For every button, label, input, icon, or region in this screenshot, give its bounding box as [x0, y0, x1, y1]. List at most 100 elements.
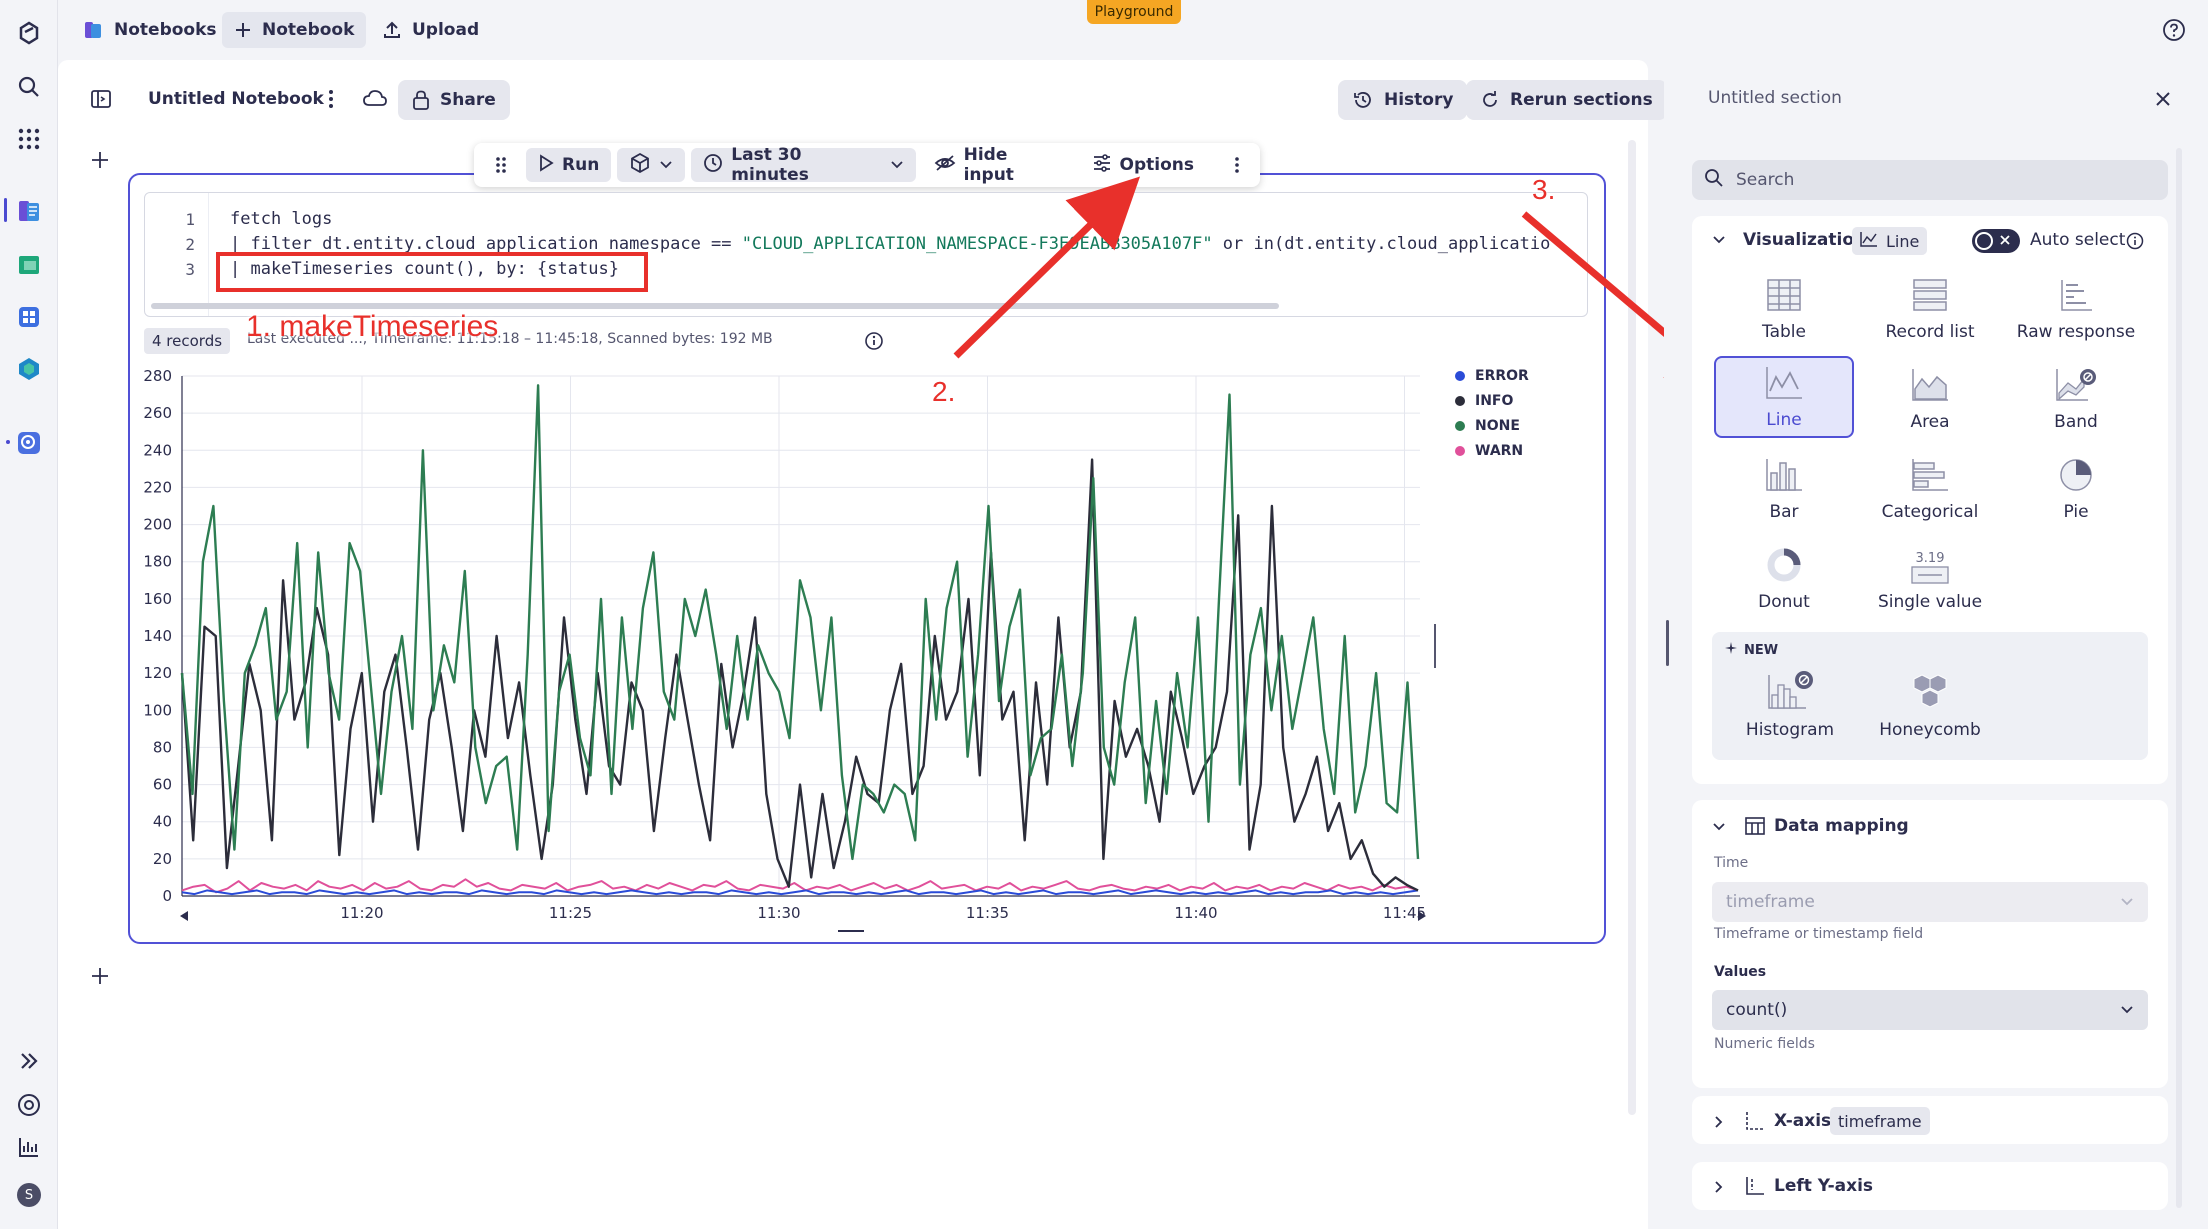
- line-chart[interactable]: 0 20 40 60 80 100 120 140 160 180 200 220 240 260 280 1…: [140, 364, 1440, 924]
- auto-select-toggle[interactable]: [1972, 229, 2020, 253]
- expand-rail-icon[interactable]: [14, 1046, 44, 1076]
- data-source-dropdown[interactable]: [617, 148, 686, 182]
- chevron-down-icon[interactable]: [1712, 819, 1726, 839]
- legend-item-error[interactable]: ERROR: [1455, 368, 1529, 384]
- search-icon[interactable]: [14, 72, 44, 102]
- legend-label: NONE: [1475, 418, 1520, 434]
- add-section-top-icon[interactable]: [90, 150, 110, 175]
- dashboards-app-icon[interactable]: [14, 302, 44, 332]
- values-label: Values: [1714, 964, 1767, 980]
- chevron-down-icon: [659, 155, 673, 175]
- analytics-icon[interactable]: [14, 1132, 44, 1162]
- viz-option-record-list[interactable]: Record list: [1860, 266, 2000, 348]
- section-more-icon[interactable]: [1222, 148, 1252, 182]
- annotation-3: 3.: [1532, 174, 1556, 205]
- notebook-title[interactable]: Untitled Notebook: [148, 89, 324, 109]
- viz-option-donut[interactable]: Donut: [1714, 536, 1854, 618]
- notebook-scrollbar[interactable]: [1628, 140, 1636, 1115]
- cube-icon: [629, 152, 651, 179]
- share-button[interactable]: Share: [398, 80, 510, 120]
- line-number: 1: [185, 210, 195, 229]
- notebooks-app-icon[interactable]: [14, 196, 44, 226]
- run-button[interactable]: Run: [526, 148, 612, 182]
- time-select[interactable]: timeframe: [1712, 882, 2148, 922]
- chevron-right-icon[interactable]: [1712, 1179, 1726, 1199]
- viz-option-categorical[interactable]: Categorical: [1860, 446, 2000, 528]
- viz-option-line[interactable]: Line: [1714, 356, 1854, 438]
- legend-item-none[interactable]: NONE: [1455, 418, 1520, 434]
- viz-option-raw-response[interactable]: Raw response: [2006, 266, 2146, 348]
- panel-scrollbar[interactable]: [2176, 148, 2182, 1208]
- help-center-icon[interactable]: [14, 1090, 44, 1120]
- spreadsheet-app-icon[interactable]: [14, 250, 44, 280]
- chevron-down-icon[interactable]: [1712, 232, 1726, 252]
- panel-resize-handle[interactable]: [1666, 620, 1669, 666]
- help-icon[interactable]: [2162, 18, 2186, 47]
- upload-button[interactable]: Upload: [370, 12, 491, 48]
- viz-option-bar[interactable]: Bar: [1714, 446, 1854, 528]
- categorical-chart-icon: [1910, 457, 1950, 498]
- rerun-sections-button[interactable]: Rerun sections: [1466, 80, 1667, 120]
- viz-option-honeycomb[interactable]: Honeycomb: [1860, 664, 2000, 746]
- panel-search-input[interactable]: Search: [1692, 160, 2168, 200]
- chevron-right-icon[interactable]: [1712, 1114, 1726, 1134]
- viz-option-label: Donut: [1758, 592, 1810, 612]
- legend-dot: [1455, 446, 1465, 456]
- legend-dot: [1455, 421, 1465, 431]
- drag-handle[interactable]: [482, 148, 520, 182]
- records-badge: 4 records: [144, 328, 231, 354]
- x-axis-icon: [1744, 1110, 1766, 1137]
- viz-option-table[interactable]: Table: [1714, 266, 1854, 348]
- timeframe-selector[interactable]: Last 30 minutes: [691, 145, 916, 185]
- y-tick-label: 140: [143, 627, 172, 645]
- upload-label: Upload: [412, 20, 480, 40]
- viz-option-band[interactable]: Band: [2006, 356, 2146, 438]
- rerun-label: Rerun sections: [1510, 90, 1653, 110]
- chart-resize-handle[interactable]: [1434, 624, 1436, 668]
- line-number: 3: [185, 260, 195, 279]
- auto-select-label: Auto select: [2030, 230, 2126, 250]
- legend-item-warn[interactable]: WARN: [1455, 443, 1523, 459]
- sliders-icon: [1092, 153, 1112, 177]
- line-number: 2: [185, 235, 195, 254]
- new-notebook-button[interactable]: Notebook: [222, 12, 367, 48]
- hide-input-button[interactable]: Hide input: [922, 145, 1074, 185]
- upload-icon: [382, 20, 402, 40]
- kubernetes-app-icon[interactable]: [14, 354, 44, 384]
- viz-option-area[interactable]: Area: [1860, 356, 2000, 438]
- viz-option-pie[interactable]: Pie: [2006, 446, 2146, 528]
- notebooks-icon: [82, 19, 104, 41]
- close-icon[interactable]: [2154, 90, 2172, 113]
- history-button[interactable]: History: [1338, 80, 1468, 120]
- options-button[interactable]: Options: [1080, 148, 1206, 182]
- dot-indicator: [6, 440, 10, 444]
- viz-option-histogram[interactable]: Histogram: [1720, 664, 1860, 746]
- y-tick-label: 80: [153, 738, 172, 756]
- viz-option-label: Pie: [2063, 502, 2089, 522]
- honeycomb-icon: [1910, 673, 1950, 716]
- viz-option-label: Histogram: [1745, 720, 1835, 740]
- info-icon[interactable]: [864, 331, 884, 356]
- time-label: Time: [1714, 855, 1749, 871]
- section-resize-handle[interactable]: [838, 930, 864, 932]
- donut-chart-icon: [1766, 547, 1802, 588]
- active-indicator: [4, 198, 7, 222]
- apps-grid-icon[interactable]: [14, 124, 44, 154]
- new-label: NEW: [1724, 641, 1778, 659]
- add-section-bottom-icon[interactable]: [90, 966, 110, 991]
- user-avatar[interactable]: S: [14, 1180, 44, 1210]
- editor-horizontal-scrollbar[interactable]: [151, 303, 1279, 309]
- viz-option-single-value[interactable]: 3.19 Single value: [1860, 536, 2000, 618]
- notebooks-nav-button[interactable]: Notebooks: [70, 12, 229, 48]
- legend-item-info[interactable]: INFO: [1455, 393, 1513, 409]
- more-options-icon[interactable]: [320, 88, 342, 115]
- time-value: timeframe: [1726, 892, 1815, 912]
- code-line-2: | filter dt.entity.cloud_application_nam…: [230, 234, 1550, 254]
- raw-response-icon: [2058, 277, 2094, 318]
- y-tick-label: 280: [143, 367, 172, 385]
- settings-app-icon[interactable]: [14, 428, 44, 458]
- info-icon[interactable]: [2126, 232, 2144, 255]
- toggle-sidebar-icon[interactable]: [90, 88, 112, 115]
- values-select[interactable]: count(): [1712, 990, 2148, 1030]
- dynatrace-logo-icon[interactable]: [14, 18, 44, 48]
